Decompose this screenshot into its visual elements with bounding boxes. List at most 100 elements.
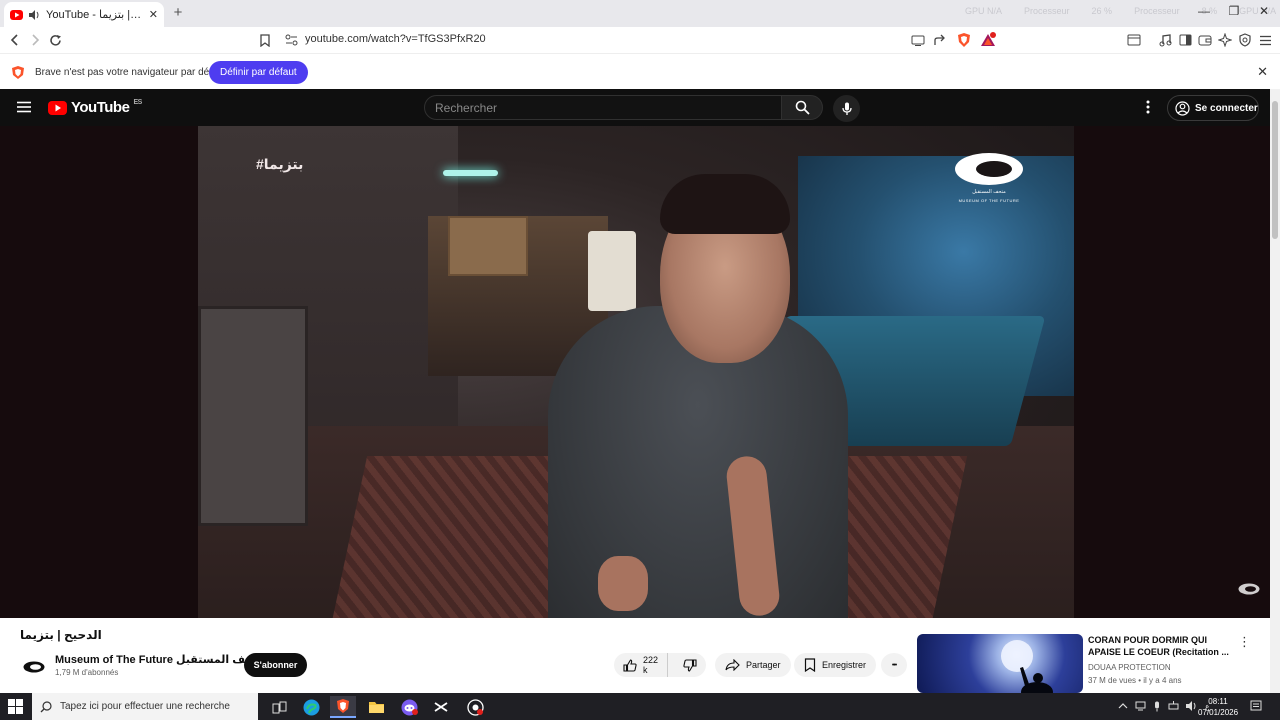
share-label: Partager	[746, 660, 781, 670]
clock-time: 08:11	[1208, 697, 1228, 706]
file-explorer-icon[interactable]	[363, 696, 389, 718]
media-music-icon[interactable]	[1157, 32, 1173, 48]
forward-button[interactable]	[26, 31, 44, 49]
infobar-message: Brave n'est pas votre navigateur par déf…	[35, 67, 226, 78]
museum-logo-icon	[954, 152, 1024, 186]
settings-more-icon[interactable]	[1146, 100, 1150, 114]
region-code: ES	[133, 99, 142, 106]
address-bar-row: youtube.com/watch?v=TfGS3PfxR20	[0, 27, 1280, 53]
capcut-app-icon[interactable]	[428, 696, 454, 718]
browser-tab-strip: YouTube - الدحيح | بتزيما ✕ + GPU N/A Pr…	[0, 0, 1280, 27]
discord-app-icon[interactable]	[396, 696, 422, 718]
youtube-play-logo-icon	[48, 100, 67, 115]
new-tab-button[interactable]: +	[170, 5, 186, 21]
like-button[interactable]: 222 k	[614, 653, 669, 677]
suggested-video-thumbnail[interactable]	[917, 634, 1083, 693]
close-window-button[interactable]: ✕	[1254, 4, 1274, 18]
tab-title: YouTube - الدحيح | بتزيما	[46, 9, 143, 21]
suggested-video-channel[interactable]: DOUAA PROTECTION	[1088, 663, 1171, 672]
bookmark-icon[interactable]	[257, 32, 273, 48]
stat-text: GPU N/A	[965, 6, 1003, 16]
moon-silhouette-icon	[1001, 640, 1053, 693]
search-input[interactable]: Rechercher	[424, 95, 782, 120]
youtube-logo-text: YouTube	[71, 99, 130, 116]
task-view-icon[interactable]	[266, 696, 292, 718]
audio-playing-icon[interactable]	[29, 9, 40, 20]
sign-in-button[interactable]: Se connecter	[1167, 95, 1259, 121]
set-default-button[interactable]: Définir par défaut	[209, 61, 308, 84]
brave-browser-taskbar-icon[interactable]	[330, 696, 356, 718]
sidebar-panel-icon[interactable]	[1126, 32, 1142, 48]
save-label: Enregistrer	[822, 660, 867, 670]
windows-start-icon[interactable]	[8, 699, 23, 714]
infobar-close-icon[interactable]: ✕	[1257, 64, 1268, 80]
clock-date: 07/01/2026	[1198, 708, 1239, 717]
minimize-button[interactable]: —	[1194, 4, 1214, 18]
tray-mic-icon[interactable]	[1153, 701, 1161, 712]
windows-taskbar: Tapez ici pour effectuer une recherche ﻉ…	[0, 693, 1280, 720]
account-circle-icon	[1175, 100, 1190, 116]
video-details: الدحيح | بتزيما Museum of The Future متح…	[0, 618, 1270, 693]
tray-display-icon[interactable]	[1135, 701, 1146, 712]
tab-close-icon[interactable]: ✕	[149, 8, 158, 21]
page-scrollbar[interactable]	[1270, 89, 1280, 693]
brave-rewards-icon[interactable]	[980, 32, 996, 48]
like-count: 222 k	[643, 655, 659, 675]
cast-icon[interactable]	[910, 32, 926, 48]
guide-menu-icon[interactable]	[17, 101, 31, 113]
recording-app-icon[interactable]	[462, 696, 488, 718]
share-button[interactable]: Partager	[715, 653, 791, 677]
scene-cork-board	[448, 216, 528, 276]
taskbar-search-icon	[40, 700, 52, 713]
restore-button[interactable]: ❐	[1224, 4, 1244, 18]
wallet-icon[interactable]	[1197, 32, 1213, 48]
back-button[interactable]	[6, 31, 24, 49]
scrollbar-thumb[interactable]	[1272, 101, 1278, 239]
thumbs-down-icon	[683, 658, 697, 672]
stat-text: 26 %	[1091, 6, 1113, 16]
hamburger-menu-icon[interactable]	[1257, 32, 1273, 48]
microphone-icon	[841, 102, 852, 116]
leo-ai-icon[interactable]	[1217, 32, 1233, 48]
vpn-shield-icon[interactable]	[1237, 32, 1253, 48]
share-page-icon[interactable]	[932, 32, 948, 48]
voice-search-button[interactable]	[833, 95, 860, 122]
reading-mode-icon[interactable]	[1177, 32, 1193, 48]
brave-shields-icon[interactable]	[956, 32, 972, 48]
notification-center-icon[interactable]	[1250, 700, 1262, 712]
dislike-button[interactable]	[674, 658, 706, 672]
scene-ceiling-light	[443, 170, 498, 176]
more-actions-button[interactable]: •••	[881, 653, 907, 677]
channel-watermark-icon[interactable]	[1238, 583, 1260, 595]
url-field[interactable]: youtube.com/watch?v=TfGS3PfxR20	[305, 33, 486, 45]
tray-network-icon[interactable]	[1168, 701, 1179, 712]
search-button[interactable]	[781, 95, 823, 120]
site-settings-icon[interactable]	[283, 32, 299, 48]
browser-tab-youtube[interactable]: YouTube - الدحيح | بتزيما ✕	[4, 2, 164, 27]
tray-chevron-icon[interactable]	[1118, 701, 1128, 712]
youtube-favicon-icon	[10, 9, 23, 20]
subscribe-button[interactable]: S'abonner	[244, 653, 307, 677]
suggested-more-icon[interactable]: ⋮	[1238, 634, 1251, 650]
taskbar-search-placeholder: Tapez ici pour effectuer une recherche	[60, 701, 230, 712]
tray-volume-icon[interactable]	[1186, 701, 1198, 712]
video-hashtag-overlay: #بتزيما	[256, 156, 304, 172]
video-frame[interactable]: #بتزيما متحف المستقبل MUSEUM OF THE FUTU…	[198, 126, 1074, 618]
suggested-video-meta: 37 M de vues • il y a 4 ans	[1088, 676, 1182, 685]
scene-cabinet	[198, 306, 308, 526]
edge-browser-icon[interactable]	[298, 696, 324, 718]
video-player[interactable]: #بتزيما متحف المستقبل MUSEUM OF THE FUTU…	[0, 126, 1270, 618]
channel-avatar[interactable]	[20, 653, 48, 681]
save-button[interactable]: Enregistrer	[794, 653, 877, 677]
youtube-logo[interactable]: YouTube ES	[48, 99, 142, 116]
museum-english-name: MUSEUM OF THE FUTURE	[958, 198, 1020, 203]
reload-button[interactable]	[46, 31, 64, 49]
sign-in-label: Se connecter	[1195, 102, 1258, 114]
brave-lion-icon	[11, 65, 25, 80]
presenter-hair	[660, 174, 790, 234]
channel-name[interactable]: Museum of The Future متحف المستقبل	[55, 653, 265, 666]
suggested-video-title[interactable]: CORAN POUR DORMIR QUI APAISE LE COEUR (R…	[1088, 634, 1233, 658]
taskbar-search-box[interactable]: Tapez ici pour effectuer une recherche	[32, 693, 258, 720]
museum-arabic-name: متحف المستقبل	[972, 189, 1006, 195]
taskbar-clock[interactable]: 08:11 07/01/2026	[1198, 696, 1238, 718]
